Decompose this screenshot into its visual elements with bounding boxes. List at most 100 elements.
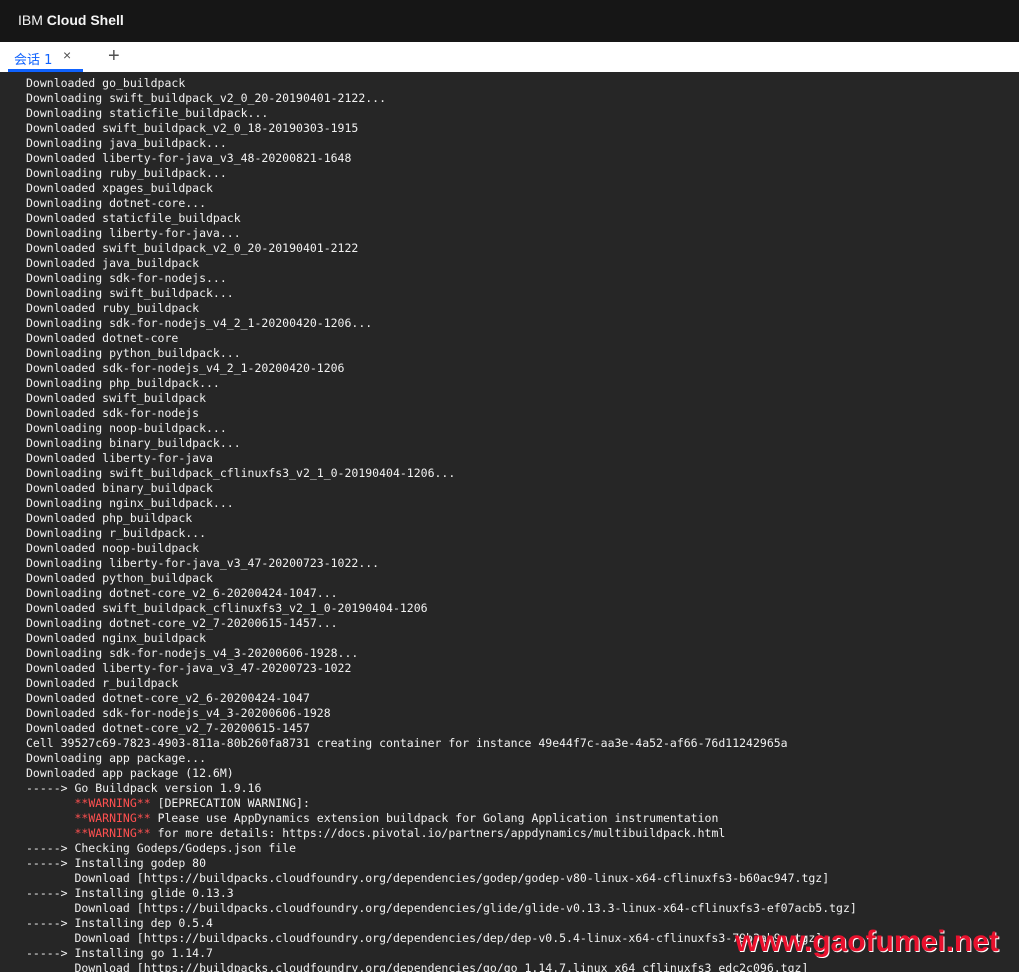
terminal-line: Downloading python_buildpack... [26, 346, 857, 361]
terminal-line: Downloading php_buildpack... [26, 376, 857, 391]
line-text: Downloaded sdk-for-nodejs [26, 406, 200, 420]
line-text: Downloading dotnet-core_v2_6-20200424-10… [26, 586, 338, 600]
line-text: Please use AppDynamics extension buildpa… [150, 811, 719, 825]
tab-session-1[interactable]: 会话 1 × [8, 42, 83, 72]
line-text: Downloaded liberty-for-java_v3_47-202007… [26, 661, 352, 675]
line-text: Downloading java_buildpack... [26, 136, 227, 150]
line-text: Downloading swift_buildpack_v2_0_20-2019… [26, 91, 387, 105]
terminal-line: Cell 39527c69-7823-4903-811a-80b260fa873… [26, 736, 857, 751]
terminal-line: -----> Installing godep 80 [26, 856, 857, 871]
terminal-line: Downloaded binary_buildpack [26, 481, 857, 496]
terminal-line: Downloaded noop-buildpack [26, 541, 857, 556]
warning-label: **WARNING** [74, 811, 151, 825]
terminal-line: Downloaded dotnet-core_v2_6-20200424-104… [26, 691, 857, 706]
line-text: Downloaded liberty-for-java [26, 451, 213, 465]
line-text: Download [https://buildpacks.cloudfoundr… [26, 961, 809, 972]
terminal-line: -----> Installing go 1.14.7 [26, 946, 857, 961]
add-icon[interactable]: + [108, 45, 120, 67]
line-text: Downloading sdk-for-nodejs_v4_3-20200606… [26, 646, 359, 660]
line-text: Downloaded swift_buildpack_v2_0_18-20190… [26, 121, 359, 135]
line-text: Downloaded liberty-for-java_v3_48-202008… [26, 151, 352, 165]
terminal-line: Downloaded swift_buildpack_cflinuxfs3_v2… [26, 601, 857, 616]
line-text: Cell 39527c69-7823-4903-811a-80b260fa873… [26, 736, 788, 750]
terminal-line: Downloaded swift_buildpack_v2_0_20-20190… [26, 241, 857, 256]
terminal-line: Downloaded liberty-for-java [26, 451, 857, 466]
terminal-line: **WARNING** for more details: https://do… [26, 826, 857, 841]
line-text: Downloaded java_buildpack [26, 256, 200, 270]
terminal-line: Downloading sdk-for-nodejs_v4_3-20200606… [26, 646, 857, 661]
close-icon[interactable]: × [63, 47, 71, 63]
terminal-line: Download [https://buildpacks.cloudfoundr… [26, 871, 857, 886]
terminal-line: -----> Installing dep 0.5.4 [26, 916, 857, 931]
terminal-line: Downloaded python_buildpack [26, 571, 857, 586]
terminal-line: Downloaded r_buildpack [26, 676, 857, 691]
line-text: Downloaded xpages_buildpack [26, 181, 213, 195]
line-text: Downloading swift_buildpack... [26, 286, 234, 300]
line-text: Downloaded swift_buildpack [26, 391, 207, 405]
line-text: -----> Checking Godeps/Godeps.json file [26, 841, 297, 855]
terminal-line: Downloaded liberty-for-java_v3_47-202007… [26, 661, 857, 676]
session-tab-bar: 会话 1 × + [0, 42, 1019, 72]
line-text: Downloading liberty-for-java_v3_47-20200… [26, 556, 380, 570]
line-text: Downloaded r_buildpack [26, 676, 179, 690]
terminal-lines: Downloaded go_buildpack Downloading swift… [26, 76, 857, 972]
line-text: Downloading python_buildpack... [26, 346, 241, 360]
terminal-line: Downloading binary_buildpack... [26, 436, 857, 451]
terminal-line: Download [https://buildpacks.cloudfoundr… [26, 931, 857, 946]
terminal-line: Downloaded ruby_buildpack [26, 301, 857, 316]
warning-label: **WARNING** [74, 826, 151, 840]
terminal-line: Downloading r_buildpack... [26, 526, 857, 541]
line-text: Downloading r_buildpack... [26, 526, 207, 540]
line-text: Downloaded php_buildpack [26, 511, 193, 525]
terminal-line: Downloading staticfile_buildpack... [26, 106, 857, 121]
terminal-line: Downloaded php_buildpack [26, 511, 857, 526]
terminal-line: Downloading swift_buildpack_v2_0_20-2019… [26, 91, 857, 106]
terminal-line: Downloading nginx_buildpack... [26, 496, 857, 511]
terminal-line: Downloaded staticfile_buildpack [26, 211, 857, 226]
line-text: for more details: https://docs.pivotal.i… [150, 826, 726, 840]
line-text: Downloaded go_buildpack [26, 76, 186, 90]
brand-name: Cloud Shell [46, 12, 124, 28]
terminal-line: Downloading swift_buildpack... [26, 286, 857, 301]
line-text: [DEPRECATION WARNING]: [150, 796, 310, 810]
tab-label: 会话 1 [14, 53, 53, 68]
terminal-line: Downloaded app package (12.6M) [26, 766, 857, 781]
terminal-line: -----> Go Buildpack version 1.9.16 [26, 781, 857, 796]
line-text: Downloaded app package (12.6M) [26, 766, 234, 780]
terminal-line: Downloaded java_buildpack [26, 256, 857, 271]
terminal-line: Downloading sdk-for-nodejs... [26, 271, 857, 286]
app-title: IBM Cloud Shell [18, 12, 124, 28]
line-text: Downloading staticfile_buildpack... [26, 106, 269, 120]
terminal-line: Download [https://buildpacks.cloudfoundr… [26, 901, 856, 916]
terminal-line: **WARNING** Please use AppDynamics exten… [26, 811, 857, 826]
line-text: Downloaded swift_buildpack_cflinuxfs3_v2… [26, 601, 428, 615]
terminal-line: Downloaded nginx_buildpack [26, 631, 857, 646]
line-text: Downloading php_buildpack... [26, 376, 220, 390]
terminal-line: Downloaded sdk-for-nodejs_v4_3-20200606-… [26, 706, 857, 721]
terminal-line: Downloading dotnet-core... [26, 196, 857, 211]
terminal-line: Download [https://buildpacks.cloudfoundr… [26, 961, 857, 972]
line-text: Downloaded dotnet-core_v2_7-20200615-145… [26, 721, 310, 735]
warning-label: **WARNING** [74, 796, 151, 810]
watermark: www.gaofumei.net [735, 925, 999, 958]
line-text: Downloading sdk-for-nodejs_v4_2_1-202004… [26, 316, 373, 330]
terminal-output[interactable]: Downloaded go_buildpack Downloading swift… [0, 72, 1019, 972]
line-text: Downloaded nginx_buildpack [26, 631, 207, 645]
brand-prefix: IBM [18, 12, 43, 28]
line-text: Downloaded sdk-for-nodejs_v4_2_1-2020042… [26, 361, 345, 375]
terminal-line: Downloading swift_buildpack_cflinuxfs3_v… [26, 466, 857, 481]
terminal-line: **WARNING** [DEPRECATION WARNING]: [26, 796, 857, 811]
terminal-line: Downloaded go_buildpack [26, 76, 857, 91]
line-text: Downloaded noop-buildpack [26, 541, 200, 555]
terminal-line: Downloading noop-buildpack... [26, 421, 857, 436]
line-text: Downloading sdk-for-nodejs... [26, 271, 227, 285]
line-text: Downloading dotnet-core_v2_7-20200615-14… [26, 616, 338, 630]
line-text: Downloading nginx_buildpack... [26, 496, 234, 510]
line-text: -----> Installing dep 0.5.4 [26, 916, 213, 930]
line-text: Downloaded swift_buildpack_v2_0_20-20190… [26, 241, 359, 255]
line-text: Downloaded python_buildpack [26, 571, 213, 585]
terminal-line: Downloading liberty-for-java... [26, 226, 857, 241]
